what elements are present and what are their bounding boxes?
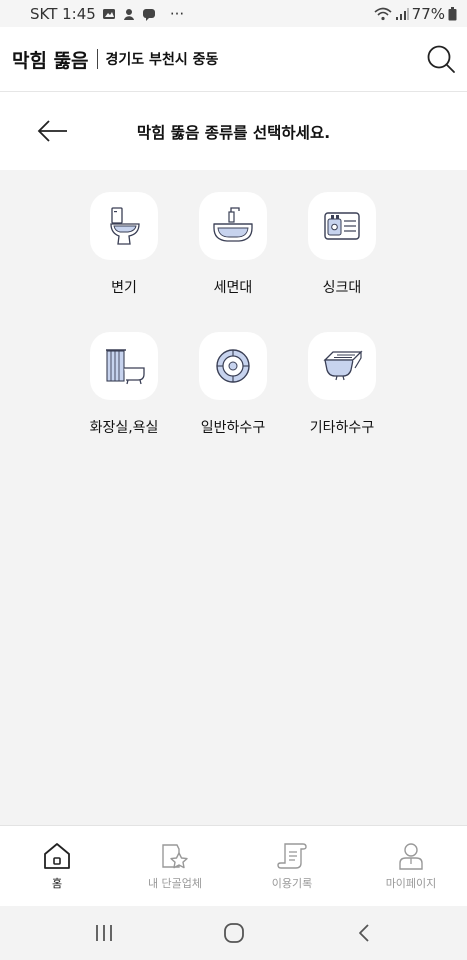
signal-icon	[395, 7, 409, 20]
category-tile[interactable]	[199, 332, 267, 400]
recent-apps-icon[interactable]	[92, 922, 116, 944]
gutter-icon	[323, 350, 363, 381]
category-label: 화장실,욕실	[89, 420, 159, 436]
category-bathroom[interactable]: 화장실,욕실	[74, 332, 174, 437]
nav-label: 홈	[51, 877, 63, 890]
home-icon	[44, 843, 70, 869]
category-other-drain[interactable]: 기타하수구	[292, 332, 392, 437]
title-divider	[96, 49, 98, 69]
battery-icon	[448, 6, 457, 20]
wifi-icon	[374, 7, 392, 20]
drain-icon	[216, 349, 250, 383]
category-label: 변기	[111, 280, 137, 296]
category-tile[interactable]	[90, 332, 158, 400]
person-icon	[399, 843, 423, 870]
home-button-icon[interactable]	[222, 922, 246, 944]
page-heading: 막힘 뚫음 종류를 선택하세요.	[136, 124, 331, 142]
status-bar: SKT 1:45 ··· 77%	[0, 0, 467, 27]
selection-header: 막힘 뚫음 종류를 선택하세요.	[0, 92, 467, 170]
nav-favorite-stores[interactable]: 내 단골업체	[120, 841, 230, 891]
nav-mypage[interactable]: 마이페이지	[356, 841, 466, 891]
bottom-navigation: 홈 내 단골업체 이용기록 마이페이지	[0, 825, 467, 906]
search-icon[interactable]	[425, 44, 457, 76]
toilet-icon	[110, 207, 140, 245]
system-navigation-bar	[0, 906, 467, 960]
category-label: 세면대	[213, 280, 253, 296]
status-time: SKT 1:45	[30, 4, 96, 23]
battery-percent: 77%	[411, 4, 445, 23]
category-label: 기타하수구	[309, 420, 375, 436]
category-toilet[interactable]: 변기	[74, 192, 174, 297]
category-washbasin[interactable]: 세면대	[183, 192, 283, 297]
gallery-notification-icon	[102, 8, 115, 19]
nav-label: 내 단골업체	[147, 877, 203, 890]
washbasin-icon	[213, 207, 253, 242]
app-title: 막힘 뚫음	[12, 49, 89, 72]
category-label: 싱크대	[322, 280, 362, 296]
bathtub-icon	[106, 349, 145, 385]
more-notifications: ···	[169, 4, 185, 23]
category-tile[interactable]	[199, 192, 267, 260]
nav-history[interactable]: 이용기록	[237, 841, 347, 891]
category-drain[interactable]: 일반하수구	[183, 332, 283, 437]
category-tile[interactable]	[308, 192, 376, 260]
history-scroll-icon	[277, 843, 307, 869]
category-tile[interactable]	[308, 332, 376, 400]
location-label[interactable]: 경기도 부천시 중동	[106, 49, 219, 69]
app-notification-icon	[123, 8, 134, 20]
category-sink[interactable]: 싱크대	[292, 192, 392, 297]
app-bar: 막힘 뚫음 경기도 부천시 중동	[0, 27, 467, 92]
nav-label: 마이페이지	[385, 877, 437, 890]
nav-home[interactable]: 홈	[2, 841, 112, 891]
category-tile[interactable]	[90, 192, 158, 260]
category-label: 일반하수구	[200, 420, 266, 436]
sink-icon	[324, 212, 360, 240]
favorite-store-icon	[162, 844, 188, 869]
nav-label: 이용기록	[271, 877, 313, 890]
chat-notification-icon	[142, 8, 155, 21]
back-button-icon[interactable]	[353, 922, 377, 944]
